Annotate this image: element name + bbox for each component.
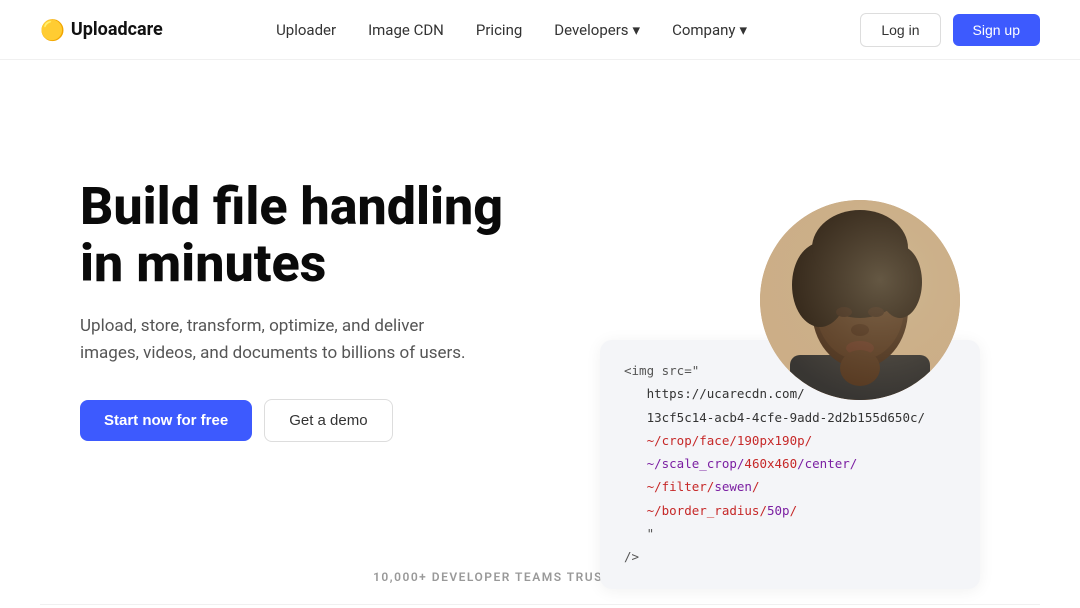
avatar: [760, 200, 960, 400]
hero-section: Build file handling in minutes Upload, s…: [0, 60, 1080, 540]
nav-image-cdn[interactable]: Image CDN: [368, 21, 444, 39]
code-line-1: <img src=": [624, 363, 699, 378]
nav-actions: Log in Sign up: [860, 13, 1040, 47]
logo-text: Uploadcare: [71, 19, 163, 40]
navbar: 🟡 Uploadcare Uploader Image CDN Pricing …: [0, 0, 1080, 60]
code-line-6: ~/filter/sewen/: [624, 479, 759, 494]
code-line-8: ": [624, 526, 654, 541]
code-line-4: ~/crop/face/190px190p/: [624, 433, 812, 448]
nav-developers[interactable]: Developers ▾: [554, 21, 640, 39]
login-button[interactable]: Log in: [860, 13, 940, 47]
code-line-7: ~/border_radius/50p/: [624, 503, 797, 518]
nav-pricing[interactable]: Pricing: [476, 21, 522, 39]
code-line-9: />: [624, 549, 639, 564]
hero-title: Build file handling in minutes: [80, 178, 503, 292]
nav-company[interactable]: Company ▾: [672, 21, 747, 39]
chevron-down-icon: ▾: [633, 21, 641, 39]
hero-visual: <img src=" https://ucarecdn.com/ 13cf5c1…: [600, 220, 1040, 400]
logo[interactable]: 🟡 Uploadcare: [40, 18, 163, 42]
hero-content: Build file handling in minutes Upload, s…: [80, 178, 503, 442]
nav-links: Uploader Image CDN Pricing Developers ▾ …: [276, 21, 747, 39]
demo-button[interactable]: Get a demo: [264, 399, 392, 442]
hero-subtitle: Upload, store, transform, optimize, and …: [80, 313, 480, 367]
code-line-3: 13cf5c14-acb4-4cfe-9add-2d2b155d650c/: [624, 410, 925, 425]
logo-icon: 🟡: [40, 18, 65, 42]
avatar-image: [760, 200, 960, 400]
signup-button[interactable]: Sign up: [953, 14, 1040, 46]
hero-buttons: Start now for free Get a demo: [80, 399, 503, 442]
code-line-2: https://ucarecdn.com/: [624, 386, 805, 401]
start-free-button[interactable]: Start now for free: [80, 400, 252, 441]
code-line-5: ~/scale_crop/460x460/center/: [624, 456, 857, 471]
chevron-down-icon: ▾: [740, 21, 748, 39]
nav-uploader[interactable]: Uploader: [276, 21, 336, 39]
bottom-separator: [40, 604, 1040, 605]
